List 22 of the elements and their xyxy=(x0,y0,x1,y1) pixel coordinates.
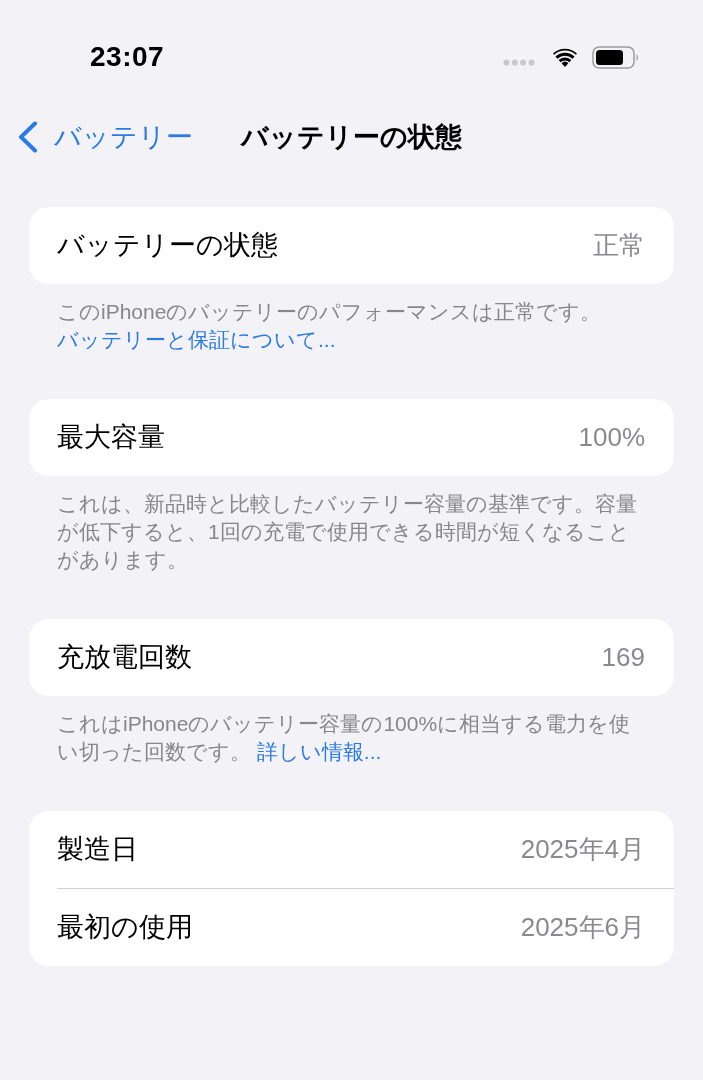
row-label: 最初の使用 xyxy=(57,911,193,945)
wifi-icon xyxy=(553,47,577,67)
info-link[interactable]: バッテリーと保証について... xyxy=(57,328,336,351)
row-value: 2025年4月 xyxy=(520,833,645,866)
row-value: 正常 xyxy=(593,229,645,262)
footer-note: このiPhoneのバッテリーのパフォーマンスは正常です。 バッテリーと保証について... xyxy=(57,299,603,353)
row-label: バッテリーの状態 xyxy=(57,229,278,263)
row-label: 最大容量 xyxy=(57,421,165,455)
row-label: 製造日 xyxy=(57,833,138,867)
back-button[interactable]: バッテリー xyxy=(17,121,193,153)
footer-note: これはiPhoneのバッテリー容量の100%に相当する電力を使い切った回数です。 詳しい情報... xyxy=(57,711,632,765)
row-label: 充放電回数 xyxy=(57,641,192,675)
row-value: 2025年6月 xyxy=(520,911,645,944)
row-value: 100% xyxy=(578,421,645,454)
chevron-left-icon xyxy=(17,121,38,153)
nav-title: バッテリーの状態 xyxy=(241,120,462,154)
battery-icon xyxy=(592,45,640,69)
status-time: 23:07 xyxy=(90,40,165,74)
footer-note: これは、新品時と比較したバッテリー容量の基準です。容量が低下すると、1回の充電で使用できる時間が短くなることがあります。 xyxy=(57,491,638,573)
row-value: 169 xyxy=(601,641,645,674)
info-link[interactable]: 詳しい情報... xyxy=(256,740,382,763)
signal-dots-icon xyxy=(503,58,535,66)
